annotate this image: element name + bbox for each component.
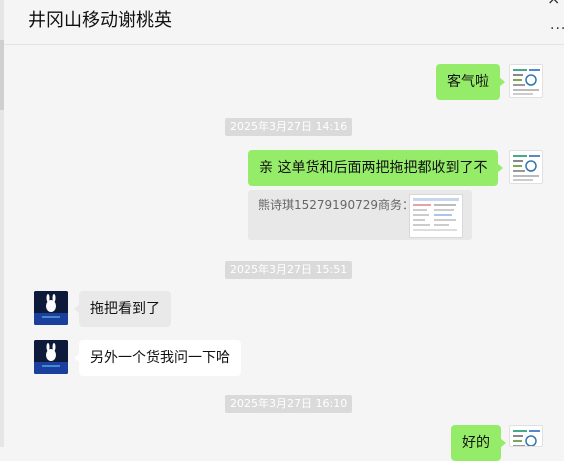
message-bubble-outgoing[interactable]: 客气啦 bbox=[436, 64, 505, 100]
timestamp: 2025年3月27日 15:51 bbox=[225, 261, 353, 279]
scrollbar-thumb[interactable] bbox=[0, 40, 4, 110]
my-avatar[interactable] bbox=[509, 64, 543, 98]
avatar-image-icon bbox=[513, 155, 540, 181]
quote-text: 熊诗琪15279190729商务： bbox=[258, 198, 414, 212]
document-thumbnail-icon[interactable] bbox=[409, 194, 463, 238]
timestamp: 2025年3月27日 16:10 bbox=[225, 395, 353, 413]
message-bubble-outgoing[interactable]: 好的 bbox=[451, 425, 506, 461]
message-bubble-incoming[interactable]: 拖把看到了 bbox=[74, 291, 171, 327]
close-icon[interactable]: × bbox=[547, 0, 560, 7]
message-bubble-outgoing[interactable]: 亲 这单货和后面两把拖把都收到了不 bbox=[248, 150, 504, 186]
avatar-image-icon bbox=[513, 430, 540, 446]
more-options-button[interactable]: ... bbox=[550, 17, 564, 33]
my-avatar[interactable] bbox=[509, 150, 543, 184]
my-avatar[interactable] bbox=[509, 425, 543, 447]
avatar-image-icon bbox=[34, 340, 68, 374]
chat-title: 井冈山移动谢桃英 bbox=[28, 10, 172, 31]
scrollbar-left[interactable] bbox=[0, 0, 4, 447]
quoted-message[interactable]: 熊诗琪15279190729商务： bbox=[248, 190, 472, 240]
contact-avatar[interactable] bbox=[34, 291, 68, 325]
chat-header: 井冈山移动谢桃英 × ... bbox=[4, 0, 564, 45]
avatar-image-icon bbox=[513, 69, 540, 95]
avatar-image-icon bbox=[34, 291, 68, 325]
contact-avatar[interactable] bbox=[34, 340, 68, 374]
timestamp: 2025年3月27日 14:16 bbox=[225, 118, 353, 136]
message-bubble-incoming[interactable]: 另外一个货我问一下哈 bbox=[74, 340, 241, 376]
